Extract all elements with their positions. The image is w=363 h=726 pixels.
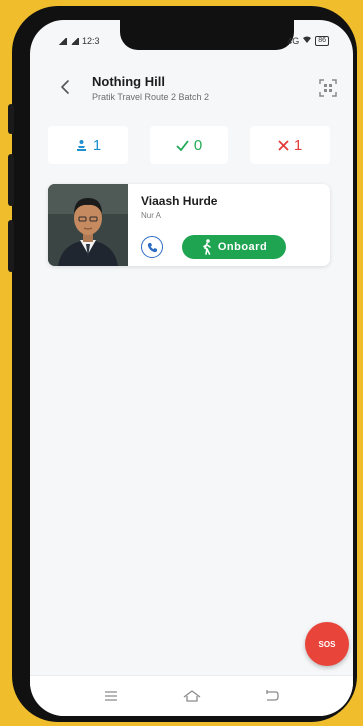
passenger-avatar: [48, 184, 128, 266]
app-header: Nothing Hill Pratik Travel Route 2 Batch…: [30, 64, 353, 114]
signal-icon: [58, 37, 67, 45]
back-arrow-icon: [61, 80, 69, 94]
absent-count-value: 1: [293, 136, 303, 154]
menu-button[interactable]: [102, 688, 120, 704]
call-button[interactable]: [141, 236, 163, 258]
wifi-icon: [302, 36, 312, 46]
passenger-detail: Nur A: [141, 211, 162, 220]
qr-scan-icon: [319, 79, 337, 97]
passengers-icon: [76, 139, 86, 151]
onboard-count-value: 0: [193, 136, 203, 154]
app-screen: 12:3 4G 86 Nothing Hill Pratik Travel Ro…: [30, 20, 353, 716]
walking-person-icon: [203, 239, 211, 255]
back-button[interactable]: [58, 78, 72, 96]
sos-button[interactable]: SOS: [305, 622, 349, 666]
page-subtitle: Pratik Travel Route 2 Batch 2: [92, 92, 210, 102]
home-button[interactable]: [181, 688, 203, 704]
check-icon: [176, 139, 189, 151]
status-left: 12:3: [58, 36, 100, 46]
total-count-value: 1: [92, 136, 102, 154]
status-bar: 12:3 4G 86: [30, 20, 353, 60]
passenger-counts: 1 0 1: [30, 126, 353, 164]
status-time: 12:3: [82, 36, 100, 46]
absent-count-tab[interactable]: 1: [250, 126, 330, 164]
camera-notch: [120, 20, 294, 50]
phone-frame: 12:3 4G 86 Nothing Hill Pratik Travel Ro…: [8, 6, 357, 722]
nav-back-button[interactable]: [263, 688, 281, 704]
status-right: 4G 86: [287, 36, 329, 46]
header-titles: Nothing Hill Pratik Travel Route 2 Batch…: [92, 74, 209, 102]
passenger-photo: [48, 184, 128, 266]
phone-icon: [147, 242, 157, 252]
signal-icon: [70, 37, 79, 45]
side-button: [8, 154, 14, 206]
page-title: Nothing Hill: [92, 74, 165, 89]
home-icon: [183, 690, 201, 702]
onboard-status-label: Onboard: [217, 241, 268, 253]
total-count-tab[interactable]: 1: [48, 126, 128, 164]
scan-button[interactable]: [318, 78, 338, 98]
side-button: [8, 104, 14, 134]
passenger-card[interactable]: Viaash Hurde Nur A Onboard: [48, 184, 330, 266]
cross-icon: [278, 139, 289, 151]
onboard-status-button[interactable]: Onboard: [182, 235, 286, 259]
network-label: 4G: [287, 36, 300, 46]
menu-icon: [105, 691, 117, 701]
battery-icon: 86: [315, 36, 329, 46]
system-nav-bar: [30, 675, 353, 716]
side-button: [8, 220, 14, 272]
passenger-name: Viaash Hurde: [141, 194, 218, 208]
back-icon: [266, 690, 279, 701]
onboard-count-tab[interactable]: 0: [150, 126, 228, 164]
